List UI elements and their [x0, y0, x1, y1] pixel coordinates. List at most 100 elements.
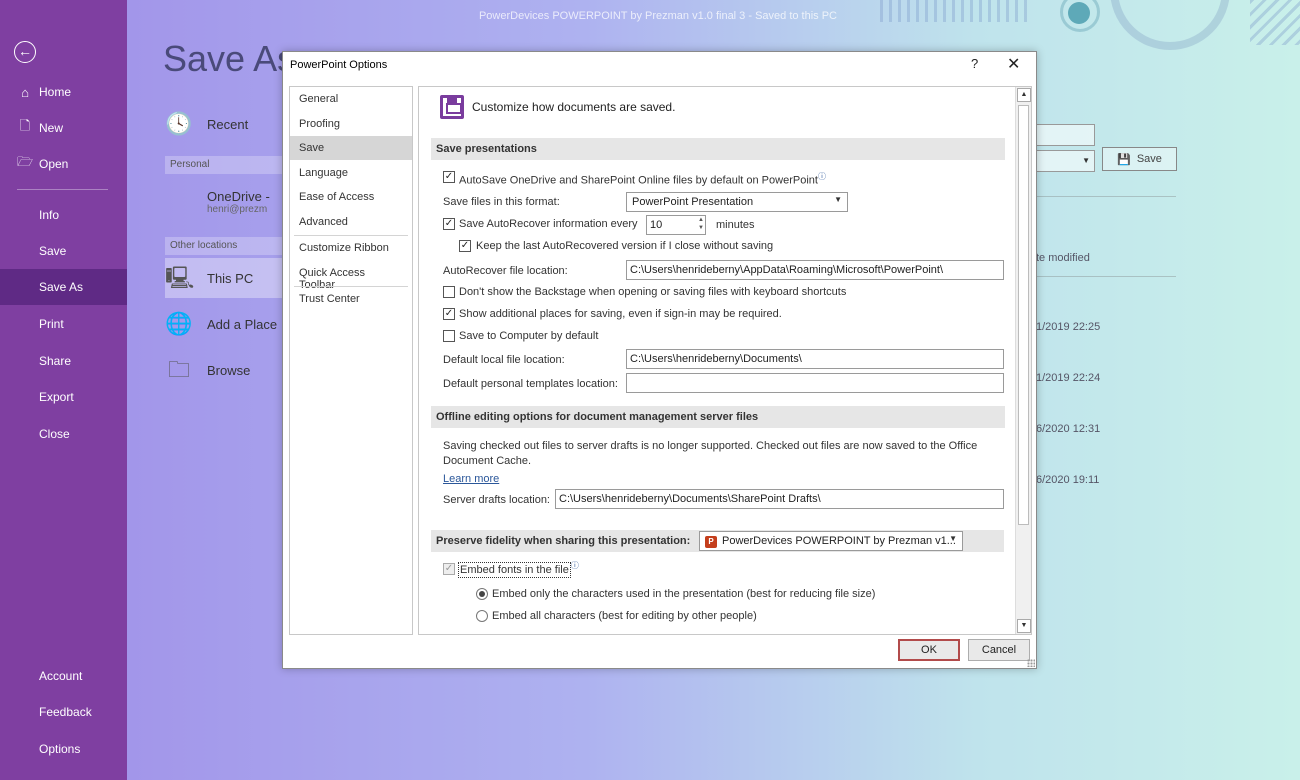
location-onedrive[interactable]: OneDrive - henri@prezm: [165, 188, 270, 216]
nav-home[interactable]: ⌂ Home: [0, 74, 127, 110]
category-general[interactable]: General: [290, 87, 412, 111]
open-folder-icon: 🗁: [17, 154, 34, 169]
nav-info[interactable]: Info: [0, 197, 127, 233]
category-list: General Proofing Save Language Ease of A…: [289, 86, 413, 635]
save-button[interactable]: 💾 Save: [1102, 147, 1177, 171]
content-scrollbar[interactable]: ▲ ▼: [1015, 87, 1031, 634]
embed-all-label: Embed all characters (best for editing b…: [492, 610, 757, 622]
nav-share[interactable]: Share: [0, 343, 127, 379]
embed-fonts-label: Embed fonts in the file ⓘ: [458, 561, 579, 578]
section-other-locations: Other locations: [165, 237, 285, 255]
keep-last-label: Keep the last AutoRecovered version if I…: [476, 240, 774, 252]
file-date: 1/2019 22:25: [1036, 321, 1101, 333]
category-save[interactable]: Save: [290, 136, 412, 160]
no-backstage-checkbox[interactable]: [443, 286, 455, 298]
default-local-label: Default local file location:: [443, 354, 565, 366]
drafts-location-input[interactable]: C:\Users\henrideberny\Documents\SharePoi…: [555, 489, 1004, 509]
autorecover-label: Save AutoRecover information every: [459, 218, 638, 230]
location-add-place[interactable]: 🌐 Add a Place: [165, 310, 277, 338]
category-quick-access-toolbar[interactable]: Quick Access Toolbar: [290, 261, 412, 291]
autorecover-location-label: AutoRecover file location:: [443, 265, 568, 277]
additional-places-checkbox[interactable]: ✓: [443, 308, 455, 320]
category-proofing[interactable]: Proofing: [290, 112, 412, 136]
window-title: PowerDevices POWERPOINT by Prezman v1.0 …: [478, 10, 838, 22]
clock-icon: 🕓: [165, 111, 193, 136]
onedrive-icon: [165, 188, 193, 216]
backstage-sidebar: ← ⌂ Home 🗋 New 🗁 Open Info Save Save As …: [0, 0, 127, 780]
presentation-select[interactable]: P PowerDevices POWERPOINT by Prezman v1..…: [699, 531, 963, 551]
nav-feedback[interactable]: Feedback: [0, 694, 127, 730]
additional-places-label: Show additional places for saving, even …: [459, 308, 782, 320]
category-trust-center[interactable]: Trust Center: [290, 287, 412, 311]
format-label: Save files in this format:: [443, 196, 560, 208]
learn-more-link[interactable]: Learn more: [443, 473, 499, 485]
default-local-input[interactable]: C:\Users\henrideberny\Documents\: [626, 349, 1004, 369]
scroll-thumb[interactable]: [1018, 105, 1029, 525]
file-date: 6/2020 12:31: [1036, 423, 1101, 435]
powerpoint-file-icon: P: [705, 536, 717, 548]
nav-new[interactable]: 🗋 New: [0, 110, 127, 146]
computer-icon: 🖳: [165, 265, 195, 290]
autorecover-location-input[interactable]: C:\Users\henrideberny\AppData\Roaming\Mi…: [626, 260, 1004, 280]
resize-grip-icon[interactable]: [1027, 659, 1035, 667]
save-icon: 💾: [1117, 153, 1131, 166]
cancel-button[interactable]: Cancel: [968, 639, 1030, 661]
nav-print[interactable]: Print: [0, 306, 127, 342]
minutes-label: minutes: [716, 219, 755, 231]
section-offline-editing: Offline editing options for document man…: [431, 406, 1005, 428]
autosave-label: AutoSave OneDrive and SharePoint Online …: [459, 172, 826, 187]
new-document-icon: 🗋: [19, 118, 31, 133]
decorative-circle: [1110, 0, 1230, 50]
save-to-computer-checkbox[interactable]: [443, 330, 455, 342]
embed-only-radio[interactable]: [476, 588, 488, 600]
category-customize-ribbon[interactable]: Customize Ribbon: [290, 236, 412, 260]
templates-location-label: Default personal templates location:: [443, 378, 618, 390]
file-type-select[interactable]: ▼: [1036, 150, 1095, 172]
scroll-down-icon[interactable]: ▼: [1017, 619, 1031, 633]
nav-save[interactable]: Save: [0, 233, 127, 269]
nav-save-as[interactable]: Save As: [0, 269, 127, 305]
column-date-modified[interactable]: te modified: [1036, 252, 1090, 264]
ok-button[interactable]: OK: [898, 639, 960, 661]
chevron-down-icon: ▼: [949, 534, 957, 543]
back-arrow-icon[interactable]: ←: [14, 41, 36, 63]
scroll-up-icon[interactable]: ▲: [1017, 88, 1031, 102]
spinner-arrows-icon[interactable]: ▲ ▼: [698, 216, 704, 232]
close-icon[interactable]: ✕: [1007, 54, 1020, 74]
format-select[interactable]: PowerPoint Presentation ▼: [626, 192, 848, 212]
offline-notice: Saving checked out files to server draft…: [443, 440, 978, 452]
autorecover-checkbox[interactable]: ✓: [443, 218, 455, 230]
help-button[interactable]: ?: [971, 56, 978, 71]
embed-fonts-checkbox[interactable]: ✓: [443, 563, 455, 575]
page-title: Save As: [163, 38, 296, 79]
category-advanced[interactable]: Advanced: [290, 210, 412, 234]
file-date: 6/2020 19:11: [1036, 474, 1100, 486]
section-save-presentations: Save presentations: [431, 138, 1005, 160]
divider: [1036, 276, 1176, 277]
autorecover-minutes-stepper[interactable]: 10 ▲ ▼: [646, 215, 706, 235]
save-options-panel: Customize how documents are saved. Save …: [418, 86, 1032, 635]
location-this-pc[interactable]: 🖳 This PC: [165, 264, 253, 292]
nav-account[interactable]: Account: [0, 658, 127, 694]
nav-divider: [17, 189, 108, 190]
save-to-computer-label: Save to Computer by default: [459, 330, 599, 342]
category-language[interactable]: Language: [290, 161, 412, 185]
nav-options[interactable]: Options: [0, 731, 127, 767]
nav-close[interactable]: Close: [0, 416, 127, 452]
nav-export[interactable]: Export: [0, 379, 127, 415]
embed-all-radio[interactable]: [476, 610, 488, 622]
info-icon: ⓘ: [817, 172, 826, 181]
templates-location-input[interactable]: [626, 373, 1004, 393]
file-name-input[interactable]: [1036, 124, 1095, 146]
keep-last-checkbox[interactable]: ✓: [459, 240, 471, 252]
home-icon: ⌂: [21, 84, 29, 100]
location-recent[interactable]: 🕓 Recent: [165, 110, 248, 138]
no-backstage-label: Don't show the Backstage when opening or…: [459, 286, 847, 298]
category-ease-of-access[interactable]: Ease of Access: [290, 185, 412, 209]
location-browse[interactable]: 🗀 Browse: [165, 356, 250, 384]
drafts-location-label: Server drafts location:: [443, 494, 550, 506]
info-icon: ⓘ: [570, 561, 579, 570]
file-date: 1/2019 22:24: [1036, 372, 1101, 384]
autosave-checkbox[interactable]: ✓: [443, 171, 455, 183]
nav-open[interactable]: 🗁 Open: [0, 146, 127, 182]
